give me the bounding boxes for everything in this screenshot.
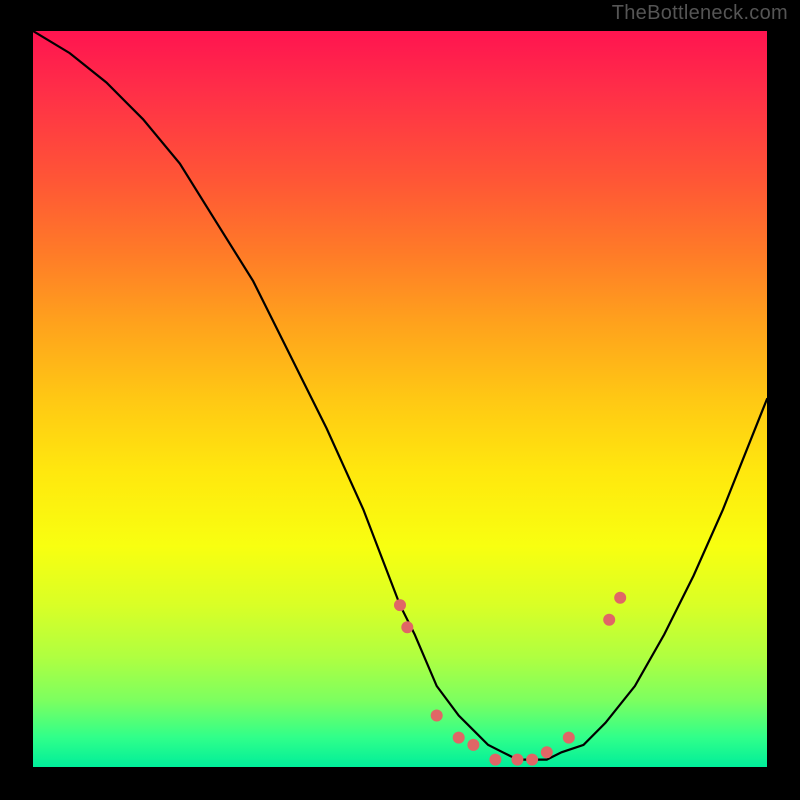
curve-layer <box>33 31 767 767</box>
marker-dot <box>431 710 443 722</box>
marker-dot <box>489 754 501 766</box>
marker-dot <box>394 599 406 611</box>
marker-dot <box>563 732 575 744</box>
marker-dot <box>541 746 553 758</box>
marker-dot <box>614 592 626 604</box>
marker-dot <box>401 621 413 633</box>
chart-container: TheBottleneck.com <box>0 0 800 800</box>
marker-dot <box>453 732 465 744</box>
marker-dot <box>526 754 538 766</box>
marker-dots <box>394 592 626 766</box>
marker-dot <box>603 614 615 626</box>
bottleneck-curve <box>33 31 767 760</box>
marker-dot <box>467 739 479 751</box>
plot-area <box>33 31 767 767</box>
watermark-text: TheBottleneck.com <box>612 2 788 25</box>
marker-dot <box>511 754 523 766</box>
